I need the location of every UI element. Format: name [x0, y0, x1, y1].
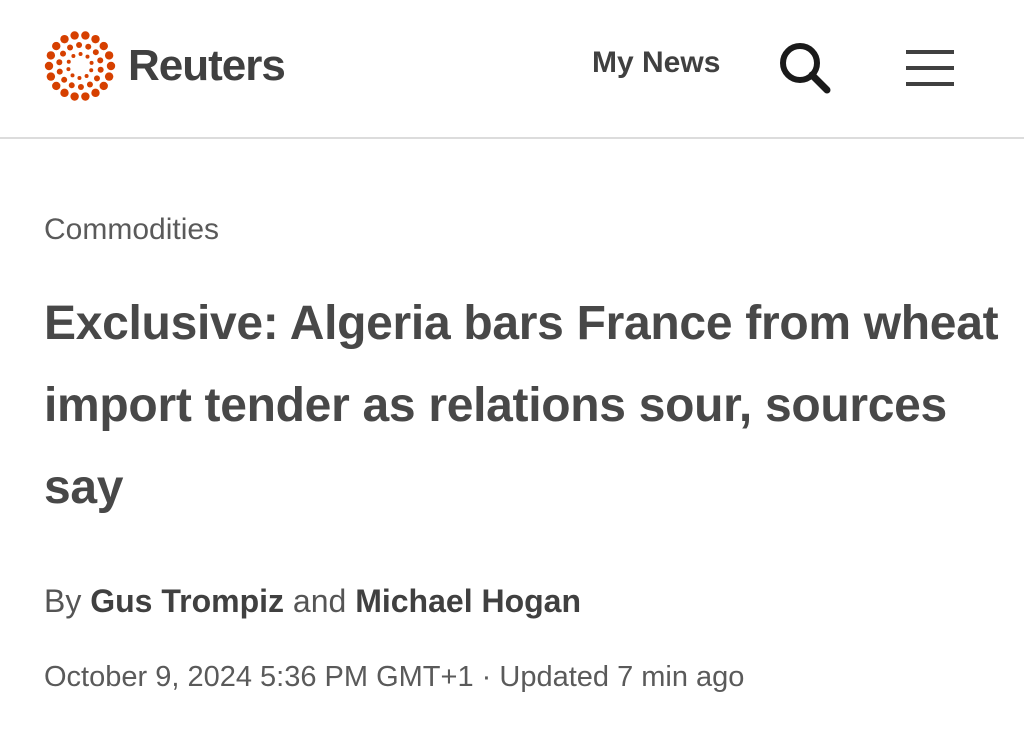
- logo-dot: [52, 81, 61, 91]
- menu-button[interactable]: [900, 44, 960, 92]
- logo-dot: [70, 92, 79, 101]
- hamburger-menu-icon: [906, 50, 954, 86]
- logo-dot: [89, 60, 94, 65]
- logo-dot: [46, 51, 56, 60]
- logo-dot: [77, 75, 82, 80]
- author-link[interactable]: Michael Hogan: [355, 583, 581, 619]
- logo-dot: [70, 31, 79, 40]
- logo-dot: [77, 83, 84, 90]
- dateline-separator: ·: [481, 661, 492, 693]
- logo-dot: [91, 34, 100, 44]
- publish-date: October 9, 2024 5:36 PM GMT+1: [44, 661, 474, 693]
- logo-dot: [97, 57, 104, 64]
- logo-dot: [106, 61, 116, 71]
- logo-dot: [92, 49, 99, 56]
- logo-dot: [46, 72, 56, 81]
- search-icon: [780, 43, 831, 94]
- logo-dot: [81, 92, 90, 101]
- logo-dot: [71, 53, 76, 58]
- logo-dot: [89, 68, 94, 73]
- logo-dot: [56, 59, 63, 66]
- logo-dot: [78, 52, 83, 57]
- section-link-commodities[interactable]: Commodities: [44, 212, 219, 248]
- logo-dot: [67, 44, 74, 51]
- logo-dot: [60, 34, 69, 44]
- logo-dot: [76, 42, 83, 49]
- logo-dot: [99, 81, 108, 91]
- logo-dot: [68, 82, 75, 89]
- logo-dot: [86, 81, 93, 88]
- author-link[interactable]: Gus Trompiz: [90, 583, 284, 619]
- logo-dot: [70, 73, 75, 78]
- logo-dot: [52, 41, 61, 51]
- logo-dot: [44, 61, 54, 71]
- logo-dot: [60, 50, 67, 57]
- logo-dot: [61, 76, 68, 83]
- logo-dot: [93, 75, 100, 82]
- logo-dot: [66, 67, 71, 72]
- logo-dot: [97, 66, 104, 73]
- brand-name: Reuters: [128, 41, 286, 90]
- byline-conjunction: and: [292, 583, 347, 619]
- search-button[interactable]: [775, 38, 835, 98]
- logo-dot: [56, 68, 63, 75]
- logo-dot: [99, 41, 108, 51]
- reuters-logo-icon: [44, 31, 116, 101]
- article-headline: Exclusive: Algeria bars France from whea…: [44, 297, 999, 514]
- byline-prefix: By: [44, 583, 82, 619]
- logo-dot: [91, 88, 100, 98]
- byline: By Gus Trompiz and Michael Hogan: [44, 582, 581, 620]
- reuters-logo[interactable]: Reuters: [42, 28, 286, 104]
- logo-dot: [85, 54, 90, 59]
- logo-dot: [81, 31, 90, 40]
- logo-dot: [66, 59, 71, 64]
- site-header: Reuters My News: [0, 0, 1024, 139]
- logo-dot: [60, 88, 69, 98]
- my-news-link[interactable]: My News: [592, 48, 720, 78]
- logo-dot: [84, 74, 89, 79]
- logo-dot: [85, 43, 92, 50]
- article-dateline: October 9, 2024 5:36 PM GMT+1 · Updated …: [44, 660, 744, 695]
- updated-time: Updated 7 min ago: [499, 661, 745, 693]
- logo-dot: [104, 51, 114, 60]
- logo-dot: [104, 72, 114, 81]
